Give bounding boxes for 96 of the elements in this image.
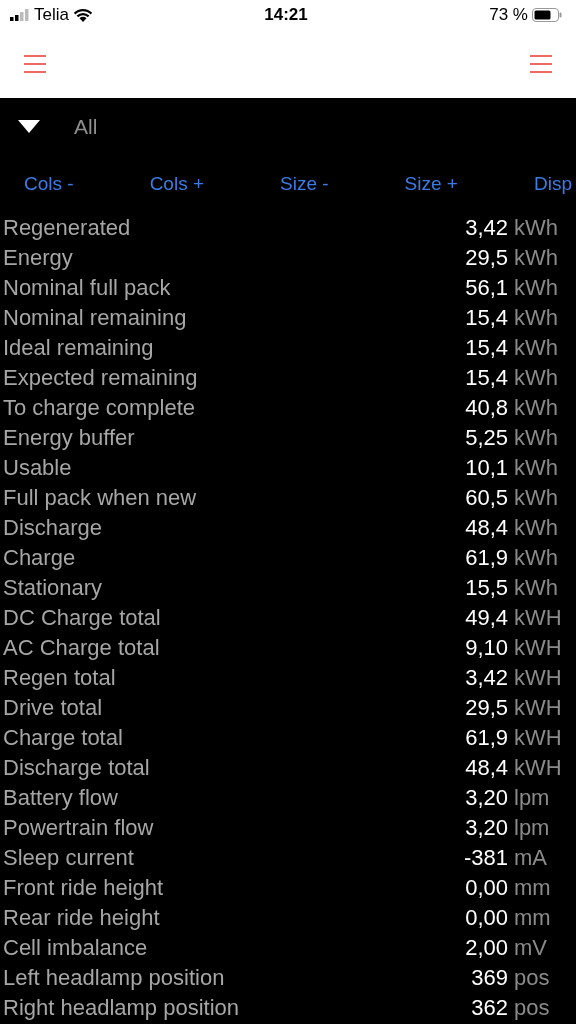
row-unit: mA — [513, 844, 548, 872]
row-value: 56,1 — [464, 274, 508, 302]
row-unit: kWh — [513, 544, 559, 572]
row-unit: kWH — [513, 724, 563, 752]
toolbar-button[interactable]: Disp — [533, 169, 572, 199]
row-label: Sleep current — [2, 844, 135, 872]
signal-icon — [10, 9, 30, 21]
row-unit: kWh — [513, 484, 559, 512]
row-label: Ideal remaining — [2, 334, 155, 362]
row-value: 3,42 — [464, 664, 508, 692]
row-unit: kWh — [513, 334, 559, 362]
row-value: 48,4 — [464, 754, 508, 782]
row-value: 3,20 — [464, 814, 508, 842]
row-label: Discharge — [2, 514, 104, 542]
row-unit: kWh — [513, 454, 559, 482]
row-label: Nominal remaining — [2, 304, 188, 332]
row-label: Usable — [2, 454, 73, 482]
row-value: 369 — [470, 964, 508, 992]
toolbar-button[interactable]: Size + — [404, 169, 458, 199]
row-label: Energy buffer — [2, 424, 136, 452]
row-label: Left headlamp position — [2, 964, 226, 992]
carrier-name: Telia — [34, 4, 69, 27]
clock-time: 14:21 — [264, 4, 308, 27]
row-label: Expected remaining — [2, 364, 199, 392]
toolbar-button[interactable]: Cols - — [24, 169, 74, 199]
row-unit: kWh — [513, 514, 559, 542]
row-label: Rear ride height — [2, 904, 161, 932]
row-unit: mm — [513, 904, 552, 932]
row-unit: mm — [513, 874, 552, 902]
row-label: Full pack when new — [2, 484, 198, 512]
row-unit: kWh — [513, 394, 559, 422]
row-value: 5,25 — [464, 424, 508, 452]
row-value: 40,8 — [464, 394, 508, 422]
wifi-icon — [72, 8, 93, 22]
row-label: Regen total — [2, 664, 117, 692]
row-unit: kWh — [513, 304, 559, 332]
row-unit: kWH — [513, 694, 563, 722]
row-label: Battery flow — [2, 784, 119, 812]
row-label: Charge total — [2, 724, 124, 752]
row-value: 61,9 — [464, 724, 508, 752]
row-value: -381 — [462, 844, 508, 872]
row-label: Nominal full pack — [2, 274, 172, 302]
row-unit: mV — [513, 934, 548, 962]
row-unit: kWh — [513, 424, 559, 452]
row-unit: kWh — [513, 214, 559, 242]
menu-icon[interactable] — [530, 55, 552, 73]
row-label: Right headlamp position — [2, 994, 241, 1022]
row-value: 60,5 — [464, 484, 508, 512]
row-value: 0,00 — [464, 874, 508, 902]
row-unit: lpm — [513, 814, 551, 842]
row-value: 61,9 — [464, 544, 508, 572]
row-value: 15,5 — [464, 574, 508, 602]
menu-icon[interactable] — [24, 55, 46, 73]
row-unit: kWH — [513, 634, 563, 662]
row-unit: lpm — [513, 784, 551, 812]
row-label: AC Charge total — [2, 634, 161, 662]
row-value: 9,10 — [464, 634, 508, 662]
row-unit: kWH — [513, 604, 563, 632]
battery-percentage: 73 % — [489, 4, 528, 27]
toolbar-button[interactable]: Size - — [280, 169, 329, 199]
row-unit: kWh — [513, 274, 559, 302]
row-label: Stationary — [2, 574, 104, 602]
toolbar-button[interactable]: Cols + — [149, 169, 204, 199]
row-value: 29,5 — [464, 694, 508, 722]
filter-label[interactable]: All — [74, 110, 98, 143]
row-unit: pos — [513, 964, 551, 992]
row-label: To charge complete — [2, 394, 196, 422]
row-value: 3,42 — [464, 214, 508, 242]
row-value: 15,4 — [464, 334, 508, 362]
row-label: Energy — [2, 244, 74, 272]
row-value: 362 — [470, 994, 508, 1022]
row-value: 15,4 — [464, 304, 508, 332]
row-value: 49,4 — [464, 604, 508, 632]
row-value: 15,4 — [464, 364, 508, 392]
row-unit: kWH — [513, 664, 563, 692]
row-label: Cell imbalance — [2, 934, 149, 962]
row-value: 0,00 — [464, 904, 508, 932]
row-label: DC Charge total — [2, 604, 162, 632]
row-label: Front ride height — [2, 874, 165, 902]
row-value: 10,1 — [464, 454, 508, 482]
row-unit: kWh — [513, 244, 559, 272]
row-value: 48,4 — [464, 514, 508, 542]
row-label: Drive total — [2, 694, 104, 722]
battery-icon — [532, 8, 562, 22]
row-label: Powertrain flow — [2, 814, 155, 842]
row-value: 3,20 — [464, 784, 508, 812]
row-unit: kWH — [513, 754, 563, 782]
row-unit: kWh — [513, 574, 559, 602]
row-unit: pos — [513, 994, 551, 1022]
row-value: 29,5 — [464, 244, 508, 272]
row-value: 2,00 — [464, 934, 508, 962]
caret-icon[interactable] — [18, 120, 40, 133]
row-unit: kWh — [513, 364, 559, 392]
row-label: Regenerated — [2, 214, 132, 242]
row-label: Discharge total — [2, 754, 151, 782]
row-label: Charge — [2, 544, 77, 572]
